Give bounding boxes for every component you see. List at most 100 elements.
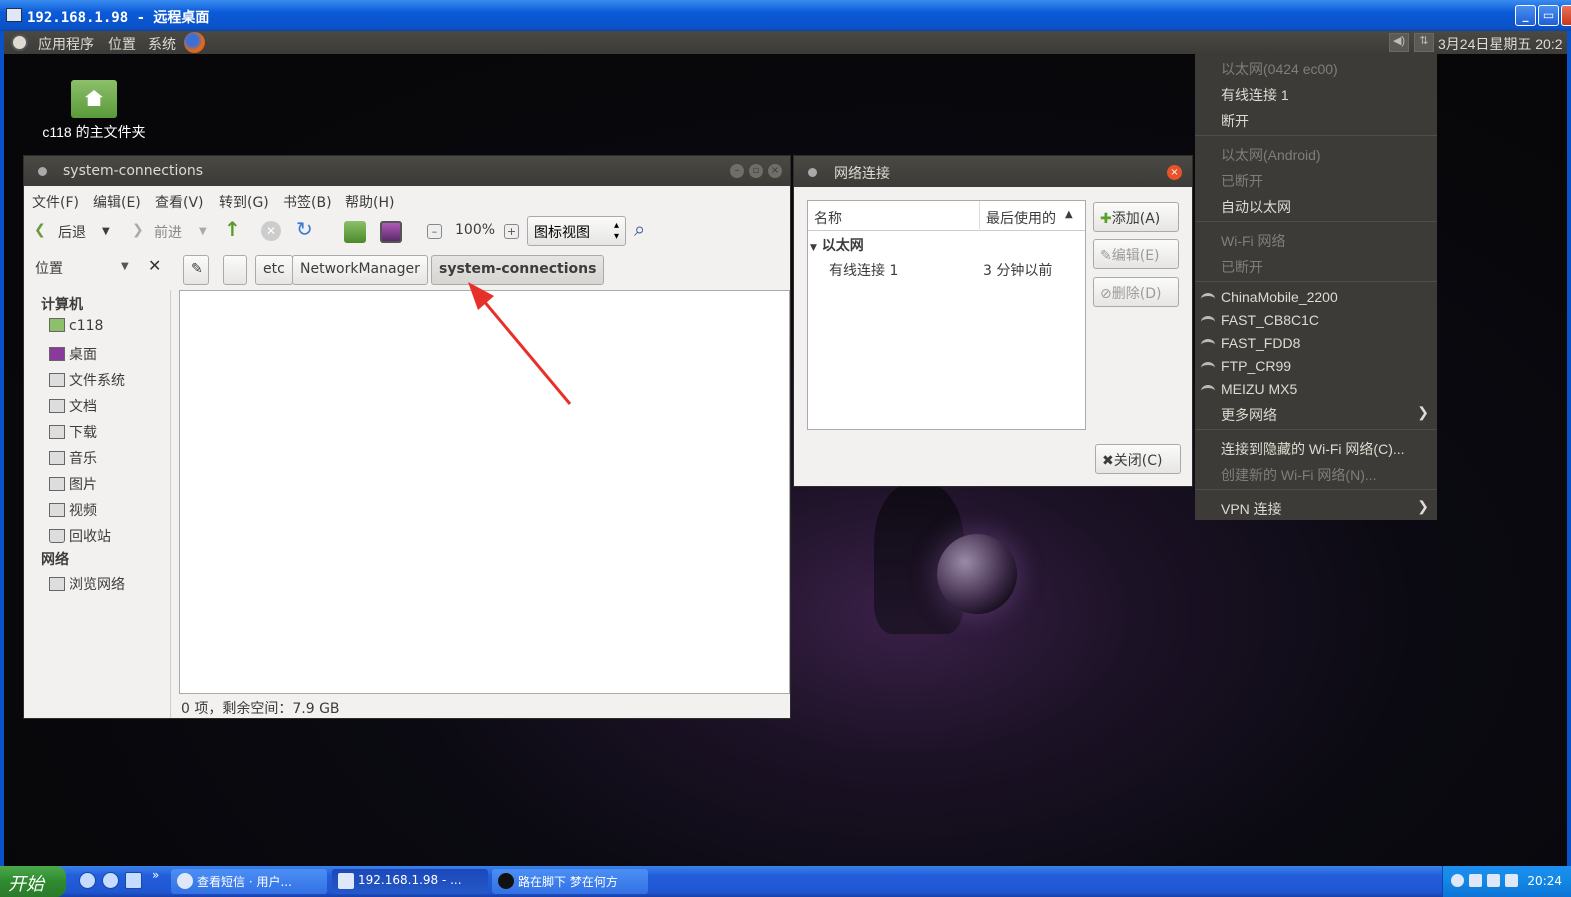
col-name-header[interactable]: 名称 (814, 208, 842, 228)
zoom-in-icon[interactable]: + (504, 224, 519, 239)
file-manager-title-bar[interactable]: system-connections – ▫ × (24, 156, 790, 186)
crumb-etc[interactable]: etc (255, 255, 293, 285)
sidebar-item-c118[interactable]: c118 (49, 318, 103, 340)
menu-item-wifi-network[interactable]: FAST_FDD8 (1221, 335, 1300, 351)
menu-item-wifi-network[interactable]: FAST_CB8C1C (1221, 312, 1319, 328)
rdp-title-bar: 192.168.1.98 - 远程桌面 _ ▭ (0, 0, 1571, 31)
back-arrow-icon: ❮ (34, 222, 46, 238)
search-icon[interactable]: ⌕ (634, 217, 645, 241)
top-panel: 应用程序 位置 系统 ◀) ⇅ 3月24日星期五 20:2 (4, 31, 1567, 54)
sidebar-item-pictures[interactable]: 图片 (49, 474, 97, 496)
menu-view[interactable]: 查看(V) (155, 192, 204, 212)
reload-icon[interactable]: ↻ (296, 217, 313, 241)
zoom-out-icon[interactable]: – (427, 224, 442, 239)
delete-button[interactable]: ⊘删除(D) (1093, 277, 1179, 307)
sidebar-heading-computer: 计算机 (41, 297, 83, 313)
group-ethernet[interactable]: ▼ 以太网 (810, 235, 864, 255)
firefox-icon[interactable] (184, 32, 205, 53)
menu-item-vpn[interactable]: VPN 连接 (1221, 499, 1282, 519)
zoom-level: 100% (455, 222, 496, 238)
task-remote-desktop[interactable]: 192.168.1.98 - ... (332, 869, 488, 894)
menu-eth2-status: 已断开 (1221, 173, 1263, 189)
home-folder-desktop-icon[interactable]: c118 的主文件夹 (34, 80, 154, 142)
menu-item-wifi-network[interactable]: ChinaMobile_2200 (1221, 289, 1338, 305)
forward-button[interactable]: 前进 (154, 222, 182, 242)
app-quicklaunch-icon[interactable] (125, 872, 142, 889)
connection-row[interactable]: 有线连接 1 3 分钟以前 (808, 259, 1085, 283)
close-button-label: 关闭(C) (1113, 453, 1163, 469)
menu-item-wifi-network[interactable]: FTP_CR99 (1221, 358, 1291, 374)
menu-item-auto-ethernet[interactable]: 自动以太网 (1221, 197, 1291, 217)
close-dialog-button[interactable]: ✖关闭(C) (1095, 444, 1181, 474)
nc-close-icon[interactable]: × (1167, 165, 1182, 180)
ubuntu-logo-icon[interactable] (11, 34, 28, 51)
up-arrow-icon[interactable]: ↑ (224, 217, 241, 241)
start-button[interactable]: 开始 (0, 866, 66, 897)
panel-clock[interactable]: 3月24日星期五 20:2 (1438, 34, 1563, 54)
group-label: 以太网 (821, 238, 864, 254)
volume-icon[interactable]: ◀) (1389, 33, 1409, 52)
edit-location-icon[interactable]: ✎ (183, 255, 209, 285)
back-dropdown-icon[interactable]: ▼ (102, 226, 110, 237)
menu-item-wired-connection[interactable]: 有线连接 1 (1221, 85, 1289, 105)
rdp-border-right (1567, 31, 1571, 866)
tray-expand-icon[interactable] (1451, 874, 1464, 887)
sidebar-item-browse-network[interactable]: 浏览网络 (49, 574, 125, 596)
tray-network-icon[interactable] (1487, 874, 1500, 887)
menu-system[interactable]: 系统 (148, 34, 176, 54)
connection-name: 有线连接 1 (829, 263, 899, 279)
home-icon[interactable] (344, 221, 366, 243)
sidebar-item-documents[interactable]: 文档 (49, 396, 97, 418)
fm-minimize-button[interactable]: – (730, 164, 744, 178)
menu-help[interactable]: 帮助(H) (345, 192, 394, 212)
nc-title-bar[interactable]: 网络连接 × (794, 156, 1192, 187)
close-sidebar-icon[interactable]: ✕ (148, 256, 161, 275)
music-player-icon (498, 873, 514, 889)
menu-item-wifi-network[interactable]: MEIZU MX5 (1221, 381, 1297, 397)
view-mode-select[interactable]: 图标视图 ▴ ▾ (527, 216, 626, 246)
stop-icon[interactable]: ✕ (261, 221, 281, 241)
add-button[interactable]: ✚添加(A) (1093, 202, 1179, 232)
places-dropdown-icon[interactable]: ▼ (121, 261, 129, 272)
menu-item-connect-hidden[interactable]: 连接到隐藏的 Wi-Fi 网络(C)... (1221, 439, 1405, 459)
quicklaunch-overflow-icon[interactable]: » (152, 868, 159, 882)
window-menu-icon[interactable] (38, 167, 47, 176)
menu-wifi-status: 已断开 (1221, 259, 1263, 275)
network-icon[interactable]: ⇅ (1414, 33, 1434, 52)
menu-edit[interactable]: 编辑(E) (93, 192, 141, 212)
fm-maximize-button[interactable]: ▫ (749, 164, 763, 178)
task-music[interactable]: 路在脚下 梦在何方 (492, 869, 648, 894)
menu-file[interactable]: 文件(F) (32, 192, 79, 212)
menu-go[interactable]: 转到(G) (219, 192, 269, 212)
menu-applications[interactable]: 应用程序 (38, 34, 94, 54)
menu-item-more-networks[interactable]: 更多网络 (1221, 405, 1277, 425)
task-sms[interactable]: 查看短信 · 用户... (171, 869, 327, 894)
sidebar-item-trash[interactable]: 回收站 (49, 526, 111, 548)
menu-places[interactable]: 位置 (108, 34, 136, 54)
forward-dropdown-icon[interactable]: ▼ (199, 226, 207, 237)
edit-button[interactable]: ✎编辑(E) (1093, 239, 1179, 269)
sidebar-item-filesystem[interactable]: 文件系统 (49, 370, 125, 392)
menu-bookmarks[interactable]: 书签(B) (283, 192, 332, 212)
window-menu-icon[interactable] (808, 168, 817, 177)
col-last-used-header[interactable]: 最后使用的 (986, 208, 1056, 228)
sidebar-item-desktop[interactable]: 桌面 (49, 344, 97, 366)
close-button[interactable] (1561, 5, 1571, 26)
menu-separator (1195, 489, 1437, 490)
minimize-button[interactable]: _ (1515, 5, 1536, 26)
computer-icon[interactable] (380, 221, 402, 243)
tray-monitor-icon[interactable] (1505, 874, 1518, 887)
sidebar-item-music[interactable]: 音乐 (49, 448, 97, 470)
sidebar-item-downloads[interactable]: 下载 (49, 422, 97, 444)
messenger-quicklaunch-icon[interactable] (102, 872, 119, 889)
maximize-button[interactable]: ▭ (1538, 5, 1559, 26)
fm-close-button[interactable]: × (768, 164, 782, 178)
menu-item-disconnect[interactable]: 断开 (1221, 111, 1249, 131)
crumb-networkmanager[interactable]: NetworkManager (292, 255, 428, 285)
back-button[interactable]: 后退 (58, 222, 86, 242)
qq-tray-icon[interactable] (1469, 874, 1482, 887)
ie-quicklaunch-icon[interactable] (79, 872, 96, 889)
taskbar-clock[interactable]: 20:24 (1527, 874, 1562, 888)
filesystem-crumb-icon[interactable] (223, 255, 247, 285)
sidebar-item-videos[interactable]: 视频 (49, 500, 97, 522)
